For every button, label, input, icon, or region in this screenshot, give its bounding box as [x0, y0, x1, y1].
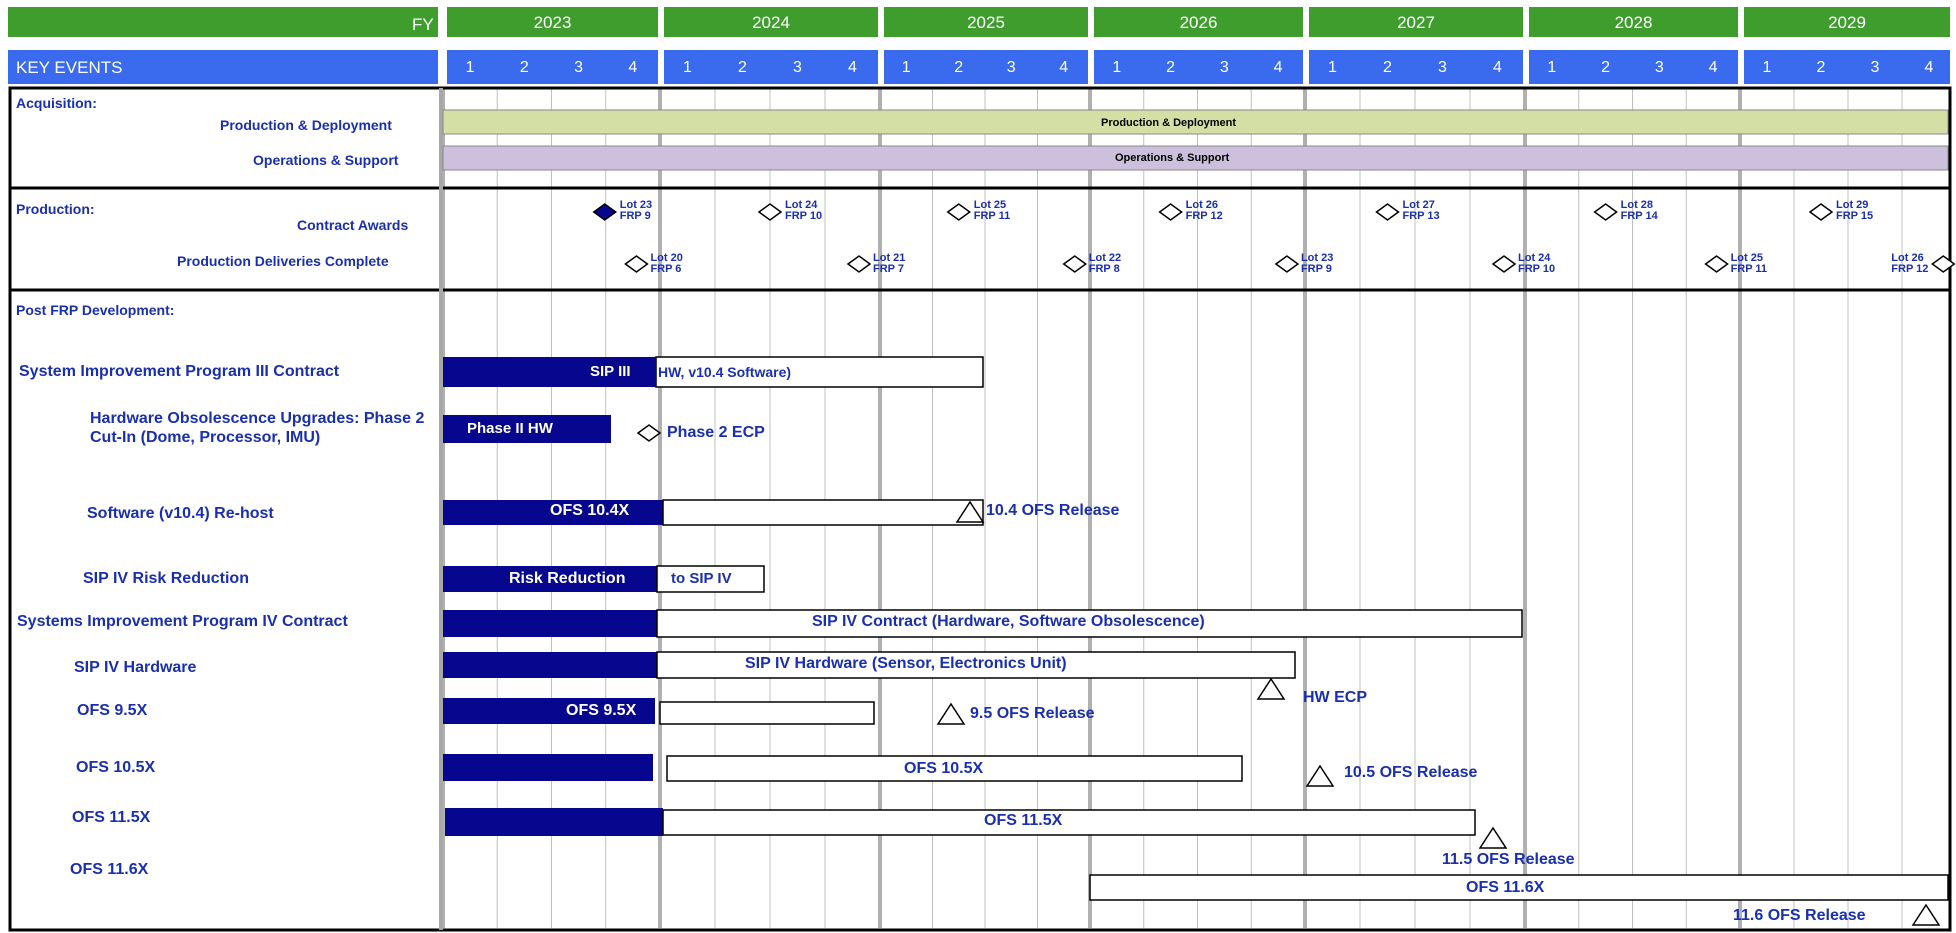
- acquisition-frame: [8, 86, 1952, 190]
- delivery-diamond: [624, 255, 649, 273]
- ofs105-filled-bar: [443, 754, 653, 781]
- year-cell: [1529, 7, 1738, 37]
- production-frame: [8, 186, 1952, 292]
- year-cell: [1094, 7, 1303, 37]
- quarter-cell-group: [1309, 50, 1523, 84]
- sip3-open-bar: [655, 356, 984, 388]
- contract-award-diamond: [757, 203, 783, 221]
- delivery-diamond: [1274, 255, 1300, 273]
- ofs115-release-triangle: [1478, 826, 1508, 849]
- year-cell: [1309, 7, 1523, 37]
- contract-award-diamond: [592, 203, 618, 221]
- schedule-chart: [5, 5, 1956, 932]
- operations-support-bar: [442, 145, 1949, 171]
- delivery-diamond: [1491, 255, 1517, 273]
- key-events-cell: [8, 50, 438, 84]
- delivery-diamond: [1704, 255, 1729, 273]
- sip4-contract-open-bar: [656, 609, 1523, 638]
- contract-award-diamond: [1808, 203, 1834, 221]
- ofs104-filled-bar: [443, 500, 663, 525]
- ofs116-release-triangle: [1911, 903, 1941, 926]
- delivery-diamond: [846, 255, 872, 273]
- ofs115-filled-bar: [445, 808, 663, 836]
- sip4-contract-filled-bar: [443, 610, 657, 637]
- quarter-cell-group: [1529, 50, 1738, 84]
- quarter-cell-group: [884, 50, 1088, 84]
- risk-reduction-open-bar: [656, 565, 765, 593]
- ofs95-release-triangle: [936, 702, 966, 725]
- quarter-cell-group: [1744, 50, 1950, 84]
- year-cell: [447, 7, 658, 37]
- ofs95-filled-bar: [443, 698, 655, 724]
- contract-award-diamond: [1158, 203, 1183, 221]
- year-cell: [1744, 7, 1950, 37]
- year-cell: [664, 7, 878, 37]
- fy-label-cell: [8, 7, 438, 37]
- phase2-ecp-diamond: [636, 424, 662, 442]
- quarter-cell-group: [1094, 50, 1303, 84]
- risk-reduction-filled-bar: [443, 566, 657, 592]
- contract-award-diamond: [1593, 203, 1618, 221]
- ofs95-open-bar: [659, 701, 875, 725]
- quarter-cell-group: [447, 50, 658, 84]
- quarter-cell-group: [664, 50, 878, 84]
- ofs105-open-bar: [666, 755, 1243, 782]
- year-cell: [884, 7, 1088, 37]
- contract-award-diamond: [946, 203, 972, 221]
- ofs116-open-bar: [1089, 874, 1949, 901]
- ofs105-release-triangle: [1305, 764, 1335, 787]
- ofs115-open-bar: [662, 809, 1476, 836]
- sip4-hw-open-bar: [656, 651, 1296, 679]
- sip3-filled-bar: [443, 357, 656, 387]
- production-deployment-bar: [442, 109, 1949, 135]
- phase2-hw-bar: [443, 415, 611, 443]
- delivery-diamond: [1062, 255, 1088, 273]
- sip4-hw-filled-bar: [443, 652, 657, 678]
- ofs104-open-bar: [662, 499, 984, 526]
- hw-ecp-triangle: [1256, 677, 1286, 700]
- contract-award-diamond: [1375, 203, 1400, 221]
